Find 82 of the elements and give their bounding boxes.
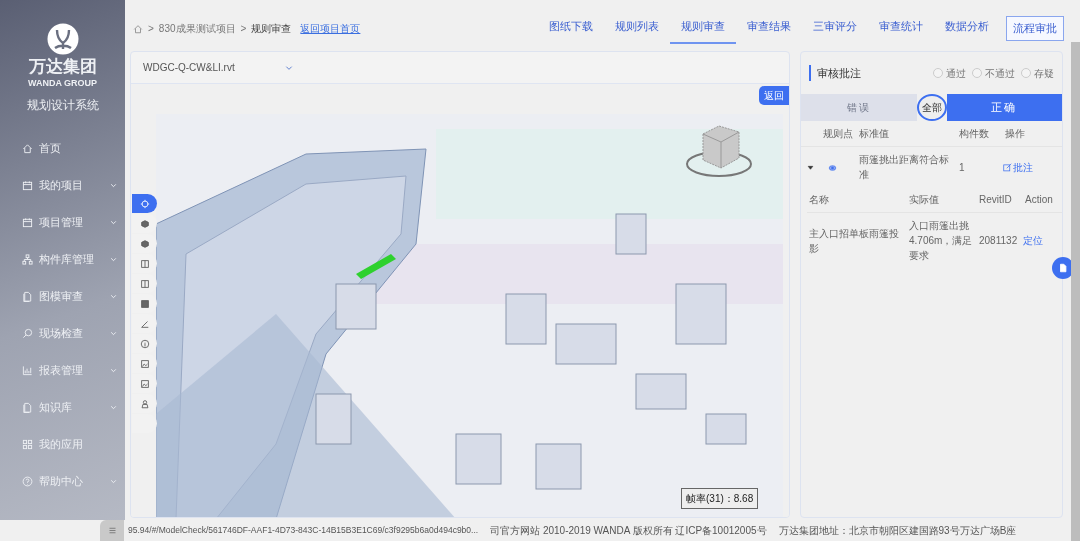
document-icon bbox=[22, 402, 33, 413]
actual-value: 入口雨篷出挑4.706m，满足要求 bbox=[908, 219, 974, 263]
locate-link[interactable]: 定位 bbox=[1023, 233, 1062, 248]
menu-icon bbox=[107, 526, 117, 535]
sidebar-item[interactable]: 首页 bbox=[0, 130, 125, 167]
ruler-icon bbox=[139, 318, 150, 329]
viewer-tool-button[interactable] bbox=[132, 194, 157, 213]
nav-tab[interactable]: 规则列表 bbox=[604, 12, 670, 45]
rule-standard: 雨篷挑出距离符合标准 bbox=[858, 153, 950, 182]
info-icon bbox=[139, 338, 150, 349]
menu-button[interactable] bbox=[100, 520, 124, 541]
review-option[interactable]: 通过 bbox=[933, 65, 966, 81]
address-text: 万达集团地址：北京市朝阳区建国路93号万达广场B座 bbox=[778, 524, 1017, 538]
sidebar-item[interactable]: 报表管理 bbox=[0, 352, 125, 389]
bar-chart-icon bbox=[22, 365, 33, 376]
home-icon bbox=[133, 23, 143, 34]
document-icon bbox=[22, 291, 33, 302]
review-option[interactable]: 不通过 bbox=[972, 65, 1015, 81]
breadcrumb-item: 规则审查 bbox=[251, 22, 292, 36]
split-view-icon bbox=[139, 278, 150, 289]
revit-id: 2081132 bbox=[978, 234, 1019, 248]
file-name[interactable]: WDGC-Q-CW&LI.rvt bbox=[143, 60, 235, 75]
calendar-icon bbox=[22, 180, 33, 191]
edit-icon bbox=[1003, 162, 1012, 172]
nav-tab[interactable]: 审查结果 bbox=[736, 12, 802, 45]
column-header: RevitID bbox=[978, 193, 1013, 207]
image-icon bbox=[139, 358, 150, 369]
nav-tab[interactable]: 规则审查 bbox=[670, 12, 736, 45]
cube-icon bbox=[139, 218, 150, 229]
column-header: 构件数 bbox=[958, 127, 990, 141]
annotate-link[interactable]: 批注 bbox=[1003, 159, 1062, 175]
caret-icon[interactable] bbox=[807, 164, 814, 172]
breadcrumb-separator: > bbox=[240, 22, 247, 36]
review-option[interactable]: 存疑 bbox=[1021, 65, 1054, 81]
filter-segment[interactable]: 正确 bbox=[946, 94, 1062, 121]
url-text: 95.94/#/ModelCheck/561746DF-AAF1-4D73-843C-14B15B3E1C69/c3f9295b6a0d494c9b0... bbox=[128, 524, 479, 537]
column-header: 标准值 bbox=[858, 127, 890, 141]
image-icon bbox=[139, 378, 150, 389]
copyright-text: 司官方网站 2010-2019 WANDA 版权所有 辽ICP备10012005号 bbox=[490, 524, 767, 538]
column-header: 名称 bbox=[808, 193, 830, 207]
sidebar-item[interactable]: 现场检查 bbox=[0, 315, 125, 352]
search-icon bbox=[22, 328, 33, 339]
nav-tab[interactable]: 图纸下载 bbox=[538, 12, 604, 45]
sidebar-item[interactable]: 构件库管理 bbox=[0, 241, 125, 278]
column-header: 实际值 bbox=[908, 193, 940, 207]
nav-tab[interactable]: 数据分析 bbox=[934, 12, 1000, 45]
help-icon bbox=[22, 476, 33, 487]
breadcrumb-separator: > bbox=[148, 22, 154, 36]
column-header: 操作 bbox=[1004, 127, 1026, 141]
column-header: 规则点 bbox=[822, 127, 854, 141]
filter-segment[interactable]: 错误 bbox=[801, 94, 917, 121]
back-button[interactable]: 返回 bbox=[759, 86, 789, 105]
person-icon bbox=[139, 398, 150, 409]
hierarchy-icon bbox=[22, 254, 33, 265]
element-name: 主入口招单板雨篷投影 bbox=[808, 226, 900, 256]
column-header: Action bbox=[1024, 193, 1054, 207]
document-icon bbox=[1058, 263, 1068, 273]
panel-title: 审核批注 bbox=[809, 64, 861, 82]
eye-icon bbox=[827, 163, 838, 172]
split-view-icon bbox=[139, 258, 150, 269]
component-count: 1 bbox=[958, 160, 966, 175]
sidebar-item[interactable]: 项目管理 bbox=[0, 204, 125, 241]
nav-tab[interactable]: 审查统计 bbox=[868, 12, 934, 45]
system-title: 规划设计系统 bbox=[26, 97, 99, 115]
nav-tab[interactable]: 三审评分 bbox=[802, 12, 868, 45]
sidebar-item[interactable]: 我的项目 bbox=[0, 167, 125, 204]
sidebar-item[interactable]: 图模审查 bbox=[0, 278, 125, 315]
calendar-icon bbox=[22, 217, 33, 228]
logo-icon bbox=[45, 22, 80, 56]
home-icon bbox=[22, 143, 33, 154]
chevron-down-icon bbox=[284, 63, 293, 72]
target-icon bbox=[139, 198, 150, 209]
breadcrumb-item[interactable]: 830成果测试项目 bbox=[158, 21, 236, 36]
back-home-link[interactable]: 返回项目首页 bbox=[300, 21, 361, 36]
brand-subtitle: WANDA GROUP bbox=[27, 76, 98, 90]
document-button[interactable] bbox=[1052, 257, 1074, 279]
process-approval-button[interactable]: 流程审批 bbox=[1006, 15, 1064, 42]
filter-switch-knob[interactable]: 全部 bbox=[916, 94, 947, 121]
frame-rate-label: 帧率(31)：8.68 bbox=[681, 488, 759, 509]
cube-icon bbox=[139, 238, 150, 249]
brand-name: 万达集团 bbox=[28, 58, 97, 77]
scrollbar[interactable] bbox=[1071, 42, 1080, 541]
